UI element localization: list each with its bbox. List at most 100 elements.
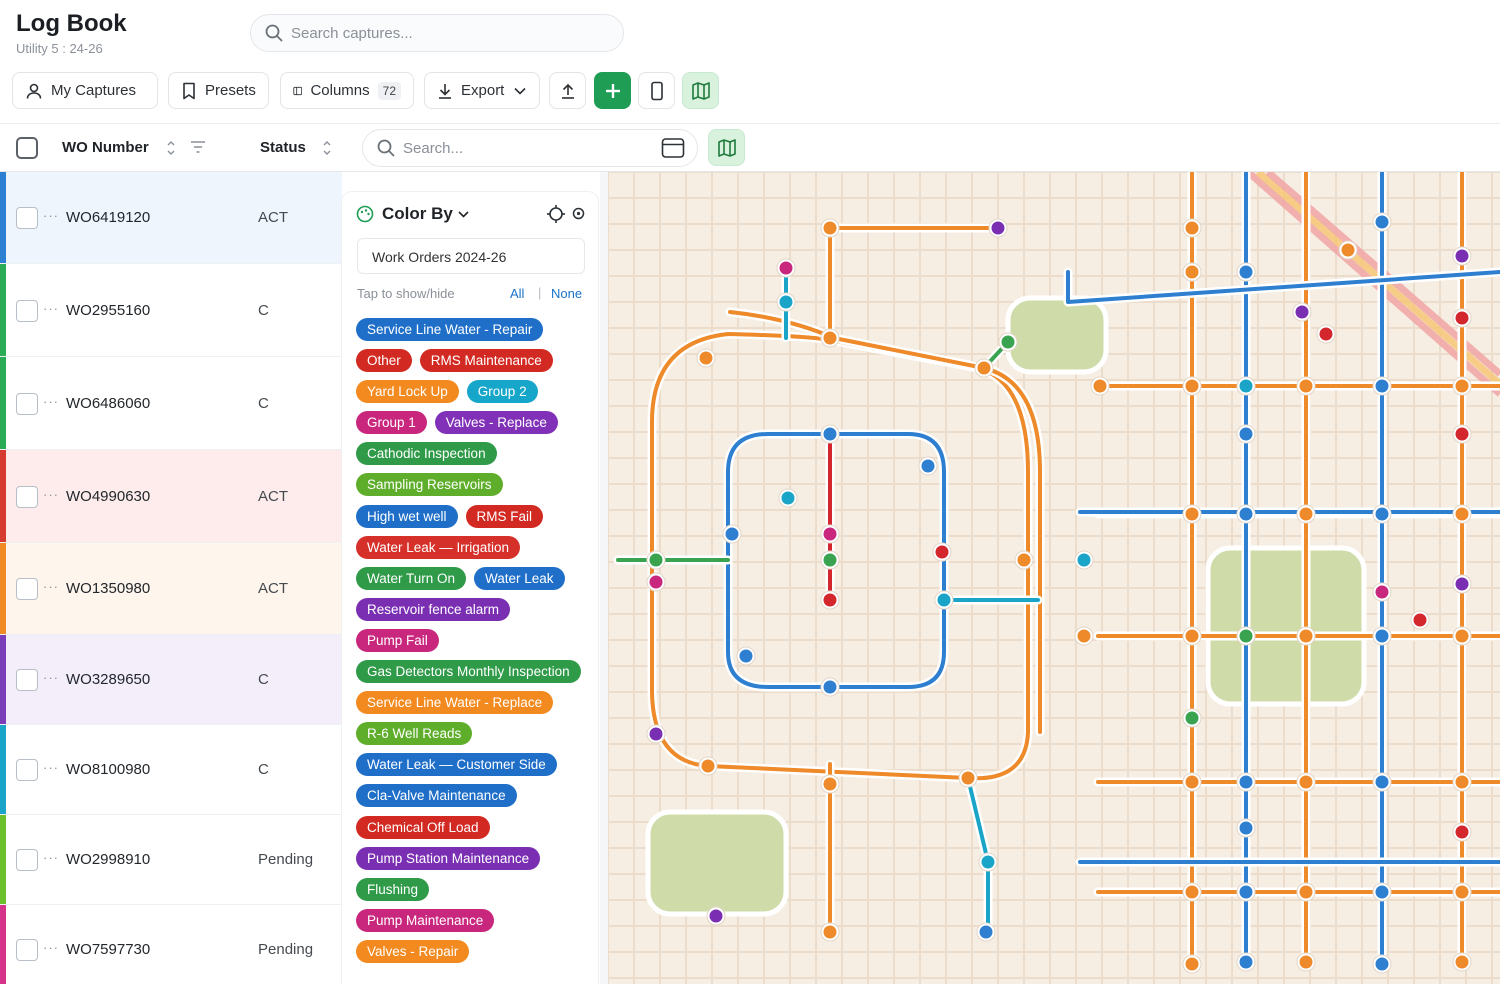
category-chip[interactable]: Flushing xyxy=(356,877,430,901)
my-captures-button[interactable]: My Captures xyxy=(12,72,158,109)
wo-number: WO1350980 xyxy=(66,580,151,597)
mobile-view-button[interactable] xyxy=(638,72,675,109)
row-checkbox[interactable] xyxy=(16,485,38,508)
row-checkbox[interactable] xyxy=(16,578,38,600)
upload-icon xyxy=(561,83,574,99)
add-button[interactable] xyxy=(594,72,631,109)
chip-row: Valves - Repair xyxy=(356,939,592,963)
category-chip[interactable]: Sampling Reservoirs xyxy=(356,473,503,497)
map-graphic[interactable] xyxy=(608,172,1500,984)
category-chip[interactable]: Service Line Water - Repair xyxy=(356,318,544,341)
locate-icon[interactable] xyxy=(546,204,566,224)
category-chip[interactable]: Chemical Off Load xyxy=(356,815,490,839)
table-row[interactable]: ··· WO2998910 Pending xyxy=(0,815,342,905)
category-chip[interactable]: Service Line Water - Replace xyxy=(356,691,554,715)
map-view-button[interactable] xyxy=(682,72,719,109)
table-row[interactable]: ··· WO4990630 ACT xyxy=(0,450,342,543)
row-checkbox[interactable] xyxy=(16,207,38,229)
reset-icon[interactable] xyxy=(571,206,586,221)
row-menu-icon[interactable]: ··· xyxy=(43,208,59,223)
column-header-wo-number[interactable]: WO Number xyxy=(62,139,149,156)
table-row[interactable]: ··· WO1350980 ACT xyxy=(0,543,342,635)
row-checkbox[interactable] xyxy=(16,669,38,691)
row-menu-icon[interactable]: ··· xyxy=(43,487,59,502)
map-toggle-button[interactable] xyxy=(708,129,745,166)
category-chip[interactable]: Valves - Replace xyxy=(434,411,558,435)
map-node xyxy=(1093,379,1107,393)
export-button[interactable]: Export xyxy=(424,72,540,109)
sort-icon[interactable] xyxy=(166,138,176,158)
chip-row: Reservoir fence alarm xyxy=(356,597,592,621)
wo-number: WO2998910 xyxy=(66,851,151,868)
map-canvas[interactable] xyxy=(608,172,1500,984)
presets-button[interactable]: Presets xyxy=(168,72,269,109)
captures-search-input[interactable] xyxy=(291,24,611,42)
category-chip[interactable]: Pump Maintenance xyxy=(356,908,495,932)
category-chip[interactable]: RMS Fail xyxy=(465,504,544,528)
color-by-header[interactable]: Color By xyxy=(356,204,469,224)
calendar-icon[interactable] xyxy=(661,137,685,159)
table-row[interactable]: ··· WO3289650 C xyxy=(0,635,342,725)
category-chip[interactable]: RMS Maintenance xyxy=(419,349,553,373)
category-chip[interactable]: Cathodic Inspection xyxy=(356,442,497,466)
category-chip[interactable]: Cla-Valve Maintenance xyxy=(356,784,517,808)
row-checkbox[interactable] xyxy=(16,938,38,961)
map-node xyxy=(1185,507,1199,521)
filter-icon[interactable] xyxy=(190,140,206,154)
category-chip[interactable]: Water Leak — Irrigation xyxy=(356,535,521,559)
show-none-link[interactable]: None xyxy=(551,286,582,301)
category-chip[interactable]: Pump Fail xyxy=(356,628,439,652)
layer-select[interactable]: Work Orders 2024-26 xyxy=(357,238,585,274)
row-menu-icon[interactable]: ··· xyxy=(43,850,59,865)
chip-row: Pump Station Maintenance xyxy=(356,846,592,870)
columns-button[interactable]: Columns 72 xyxy=(280,72,414,109)
row-menu-icon[interactable]: ··· xyxy=(43,301,59,316)
row-checkbox[interactable] xyxy=(16,299,38,322)
category-chip[interactable]: Valves - Repair xyxy=(356,939,470,963)
category-chip[interactable]: Water Leak xyxy=(474,566,565,590)
category-chip[interactable]: Water Leak — Customer Side xyxy=(356,753,557,777)
app-window: Log Book Utility 5 : 24-26 My Captures P… xyxy=(0,0,1500,984)
category-chip[interactable]: Group 1 xyxy=(356,411,427,435)
map-node xyxy=(1001,335,1015,349)
select-all-checkbox[interactable] xyxy=(16,137,38,159)
map-node xyxy=(1185,885,1199,899)
row-color-stripe xyxy=(0,815,6,904)
table-row[interactable]: ··· WO6419120 ACT xyxy=(0,172,342,264)
table-row[interactable]: ··· WO2955160 C xyxy=(0,264,342,357)
map-node xyxy=(1455,577,1469,591)
map-node xyxy=(823,427,837,441)
chevron-down-icon xyxy=(458,210,469,218)
row-menu-icon[interactable]: ··· xyxy=(43,940,59,955)
table-row[interactable]: ··· WO7597730 Pending xyxy=(0,905,342,984)
category-chip[interactable]: Group 2 xyxy=(466,380,538,404)
row-menu-icon[interactable]: ··· xyxy=(43,394,59,409)
color-by-title: Color By xyxy=(382,204,453,223)
row-menu-icon[interactable]: ··· xyxy=(43,579,59,594)
category-chip[interactable]: Water Turn On xyxy=(356,566,467,590)
row-menu-icon[interactable]: ··· xyxy=(43,760,59,775)
category-chip[interactable]: Gas Detectors Monthly Inspection xyxy=(356,660,581,684)
category-chip[interactable]: High wet well xyxy=(356,504,458,528)
category-chip[interactable]: Yard Lock Up xyxy=(356,380,459,404)
row-menu-icon[interactable]: ··· xyxy=(43,670,59,685)
row-checkbox[interactable] xyxy=(16,849,38,871)
table-row[interactable]: ··· WO8100980 C xyxy=(0,725,342,815)
category-chip[interactable]: R-6 Well Reads xyxy=(356,722,473,746)
row-checkbox[interactable] xyxy=(16,759,38,781)
table-row[interactable]: ··· WO6486060 C xyxy=(0,357,342,450)
map-node xyxy=(1185,221,1199,235)
status-sort-icon[interactable] xyxy=(322,138,332,158)
upload-button[interactable] xyxy=(549,72,586,109)
map-node xyxy=(1239,629,1253,643)
category-chip[interactable]: Other xyxy=(356,349,412,373)
columns-icon xyxy=(293,86,303,95)
my-captures-label: My Captures xyxy=(51,82,137,99)
show-all-link[interactable]: All xyxy=(510,286,524,301)
phone-icon xyxy=(650,81,663,100)
category-chip[interactable]: Reservoir fence alarm xyxy=(356,597,511,621)
category-chip[interactable]: Pump Station Maintenance xyxy=(356,846,541,870)
column-header-status[interactable]: Status xyxy=(260,139,306,156)
grid-search-input[interactable] xyxy=(403,139,643,157)
row-checkbox[interactable] xyxy=(16,392,38,415)
